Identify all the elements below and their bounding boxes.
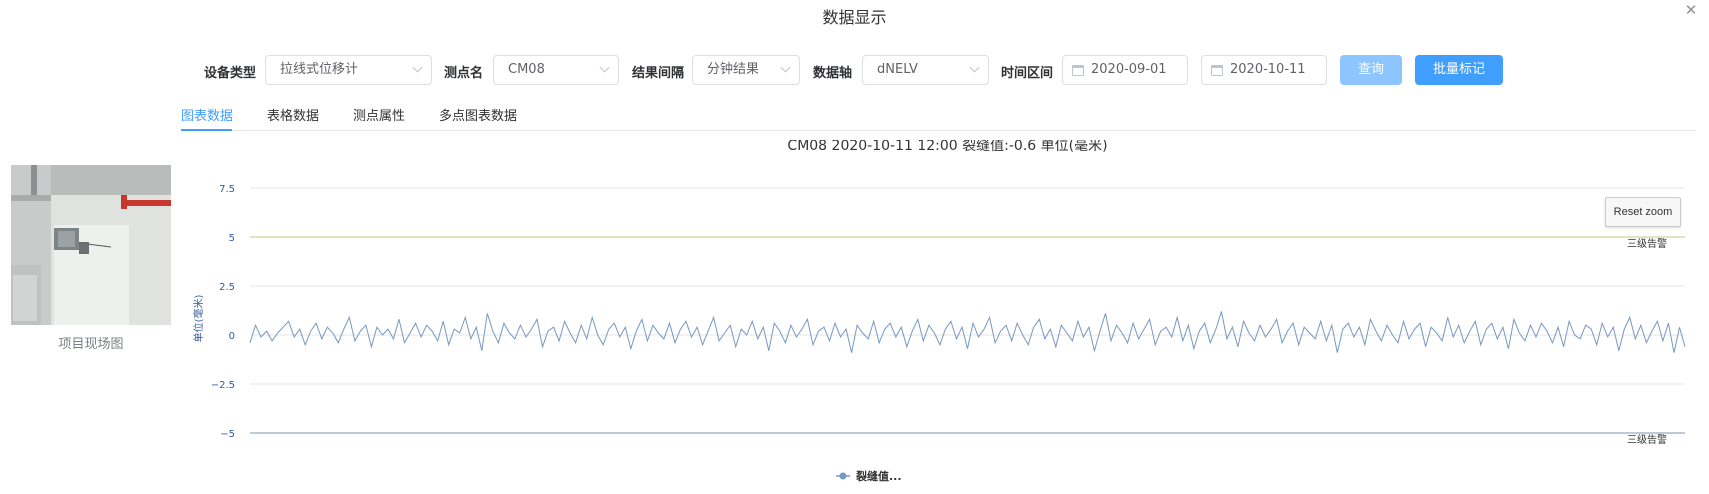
batch-mark-button[interactable]: 批量标记: [1415, 55, 1503, 85]
tab-multi-point-chart[interactable]: 多点图表数据: [439, 105, 517, 124]
chart-svg[interactable]: CM08 2020-10-11 12:00 裂缝值:-0.6 单位(毫米) 7.5…: [185, 140, 1700, 490]
legend-marker: [839, 472, 847, 480]
tab-table-data[interactable]: 表格数据: [267, 105, 319, 124]
chevron-down-icon: [599, 62, 610, 73]
y-tick-label: −5: [220, 429, 235, 440]
point-select[interactable]: CM08: [493, 55, 619, 85]
site-photo[interactable]: [11, 165, 171, 325]
tab-point-properties[interactable]: 测点属性: [353, 105, 405, 124]
y-tick-label: 7.5: [219, 184, 235, 195]
alarm-threshold-label: 三级告警: [1627, 237, 1667, 250]
alarm-threshold-label: 三级告警: [1627, 433, 1667, 446]
tab-bar: 图表数据 表格数据 测点属性 多点图表数据: [181, 95, 1696, 131]
axis-value: dNELV: [877, 62, 918, 77]
site-photo-image: [11, 165, 171, 325]
y-axis-label: 单位(毫米): [192, 295, 205, 343]
chevron-down-icon: [969, 62, 980, 73]
start-date-input[interactable]: 2020-09-01: [1062, 55, 1188, 85]
interval-label: 结果间隔: [632, 66, 685, 81]
axis-select[interactable]: dNELV: [862, 55, 989, 85]
dialog-title: 数据显示: [822, 8, 887, 27]
line-chart: CM08 2020-10-11 12:00 裂缝值:-0.6 单位(毫米) 7.5…: [185, 140, 1700, 490]
y-tick-label: 2.5: [219, 282, 235, 293]
y-tick-label: 5: [229, 233, 235, 244]
series-line-crack-value: [249, 311, 1686, 353]
end-date-value: 2020-10-11: [1230, 62, 1306, 77]
tab-chart-data[interactable]: 图表数据: [181, 105, 233, 124]
close-icon[interactable]: ✕: [1683, 2, 1699, 18]
device-type-select[interactable]: 拉线式位移计: [265, 55, 432, 85]
interval-value: 分钟结果: [707, 62, 760, 77]
device-type-label: 设备类型: [204, 66, 257, 81]
legend-item-crack-value: 裂缝值...: [855, 469, 902, 483]
chevron-down-icon: [780, 62, 791, 73]
point-label: 测点名: [444, 66, 484, 81]
data-display-dialog: 数据显示 ✕ 设备类型 拉线式位移计 测点名 CM08 结果间隔 分钟结果 数据…: [0, 0, 1709, 494]
y-tick-label: 0: [229, 331, 235, 342]
point-value: CM08: [508, 62, 545, 77]
device-type-value: 拉线式位移计: [280, 62, 359, 77]
chart-title: CM08 2020-10-11 12:00 裂缝值:-0.6 单位(毫米): [787, 140, 1107, 154]
end-date-input[interactable]: 2020-10-11: [1201, 55, 1327, 85]
chevron-down-icon: [412, 62, 423, 73]
active-tab-indicator: [181, 129, 232, 131]
query-button[interactable]: 查询: [1340, 55, 1402, 85]
reset-zoom-button[interactable]: Reset zoom: [1605, 197, 1681, 227]
axis-label: 数据轴: [813, 66, 853, 81]
start-date-value: 2020-09-01: [1091, 62, 1167, 77]
time-range-label: 时间区间: [1001, 66, 1054, 81]
filter-toolbar: 设备类型 拉线式位移计 测点名 CM08 结果间隔 分钟结果 数据轴 dNELV…: [0, 55, 1709, 85]
calendar-icon: [1072, 65, 1084, 76]
site-photo-caption: 项目现场图: [58, 337, 124, 352]
interval-select[interactable]: 分钟结果: [692, 55, 800, 85]
y-tick-label: −2.5: [211, 380, 235, 391]
calendar-icon: [1211, 65, 1223, 76]
